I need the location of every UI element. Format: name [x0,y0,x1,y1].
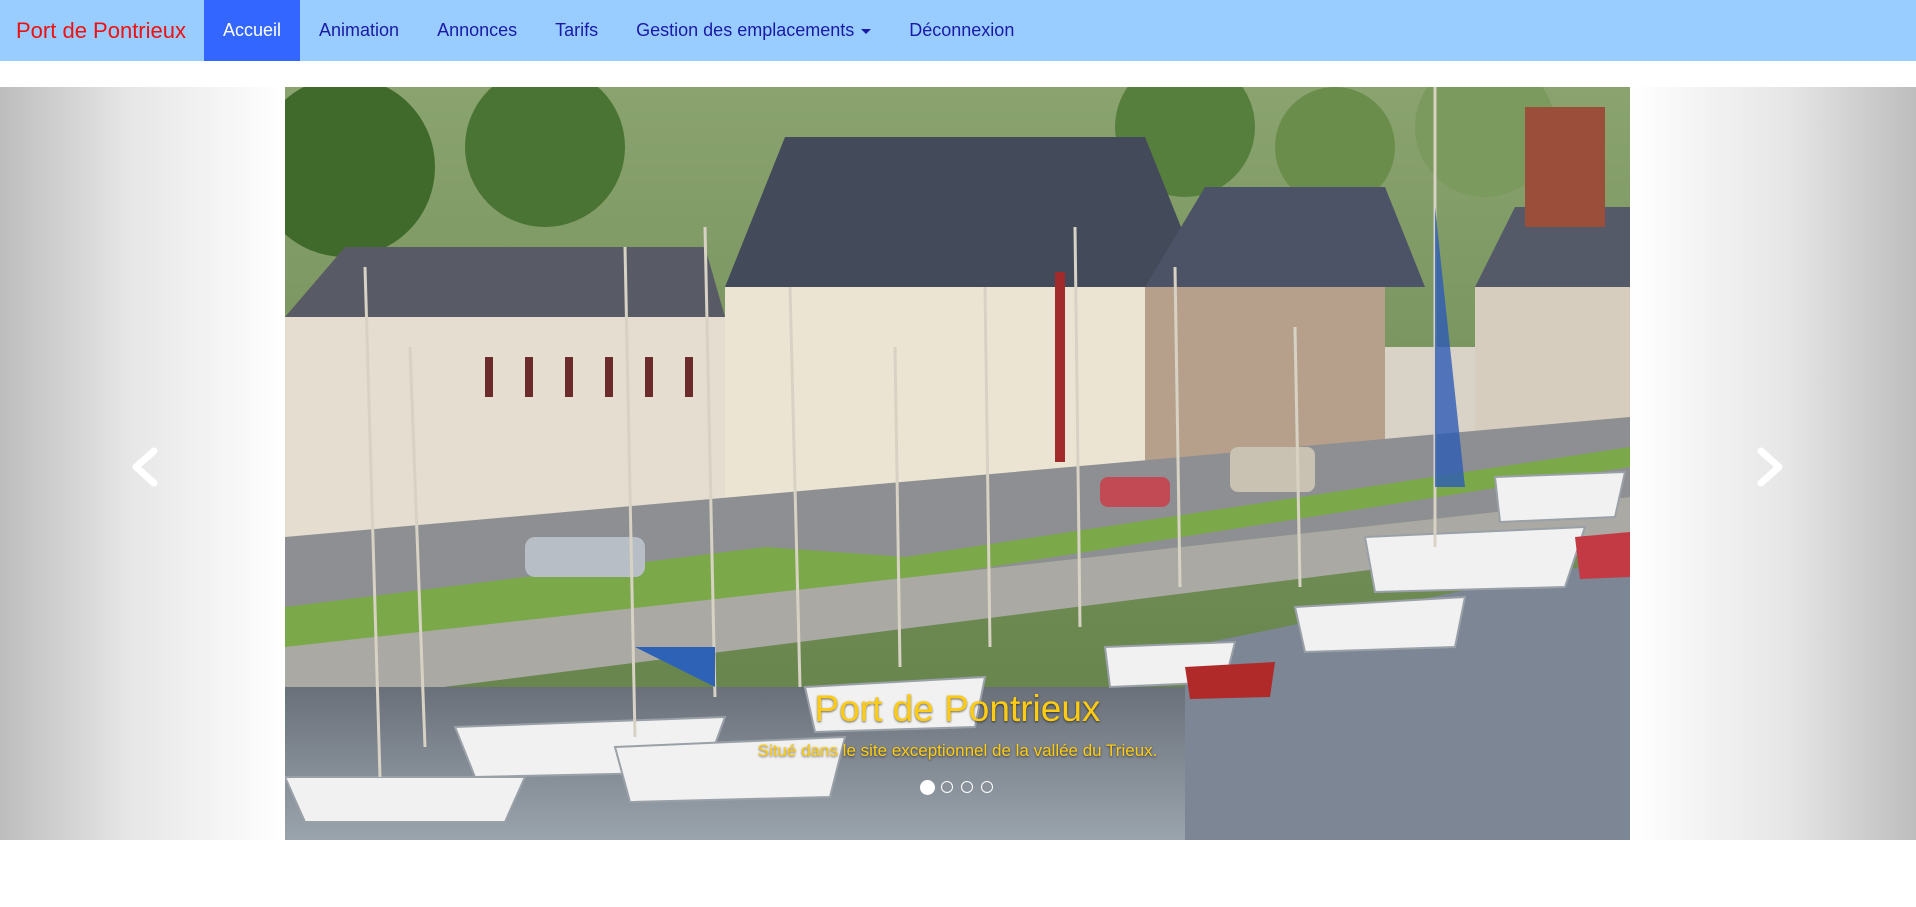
nav-item-tarifs[interactable]: Tarifs [536,0,617,61]
image-carousel: Port de Pontrieux Situé dans le site exc… [0,87,1916,840]
site-brand[interactable]: Port de Pontrieux [0,0,204,61]
nav-label-deconnexion: Déconnexion [909,20,1015,40]
carousel-indicator-1[interactable] [920,779,935,795]
carousel-next-button[interactable] [1740,437,1800,497]
carousel-indicator-2[interactable] [941,781,953,793]
nav-label-animation: Animation [319,20,400,40]
chevron-right-icon [1757,447,1783,487]
nav-item-animation[interactable]: Animation [300,0,418,61]
top-navbar: Port de Pontrieux Accueil Animation Anno… [0,0,1916,61]
carousel-indicator-3[interactable] [961,781,973,793]
nav-label-annonces: Annonces [437,20,518,40]
nav-item-deconnexion[interactable]: Déconnexion [890,0,1033,61]
caption-text: Situé dans le site exceptionnel de la va… [757,741,1158,761]
nav-label-tarifs: Tarifs [555,20,599,40]
carousel-indicator-4[interactable] [981,781,993,793]
dropdown-caret-icon [861,29,872,34]
caption-title: Port de Pontrieux [814,688,1101,729]
carousel-prev-button[interactable] [115,437,175,497]
nav-label-accueil: Accueil [222,20,282,40]
nav-item-annonces[interactable]: Annonces [418,0,536,61]
nav-label-gestion-emplacements: Gestion des emplacements [636,20,855,40]
carousel-caption: Port de Pontrieux Situé dans le site exc… [285,687,1630,761]
carousel-indicators [0,779,1916,801]
nav-item-gestion-emplacements[interactable]: Gestion des emplacements [617,0,890,61]
chevron-left-icon [132,447,158,487]
main-nav: Accueil Animation Annonces Tarifs Gestio… [203,0,1033,61]
nav-item-accueil[interactable]: Accueil [203,0,301,61]
